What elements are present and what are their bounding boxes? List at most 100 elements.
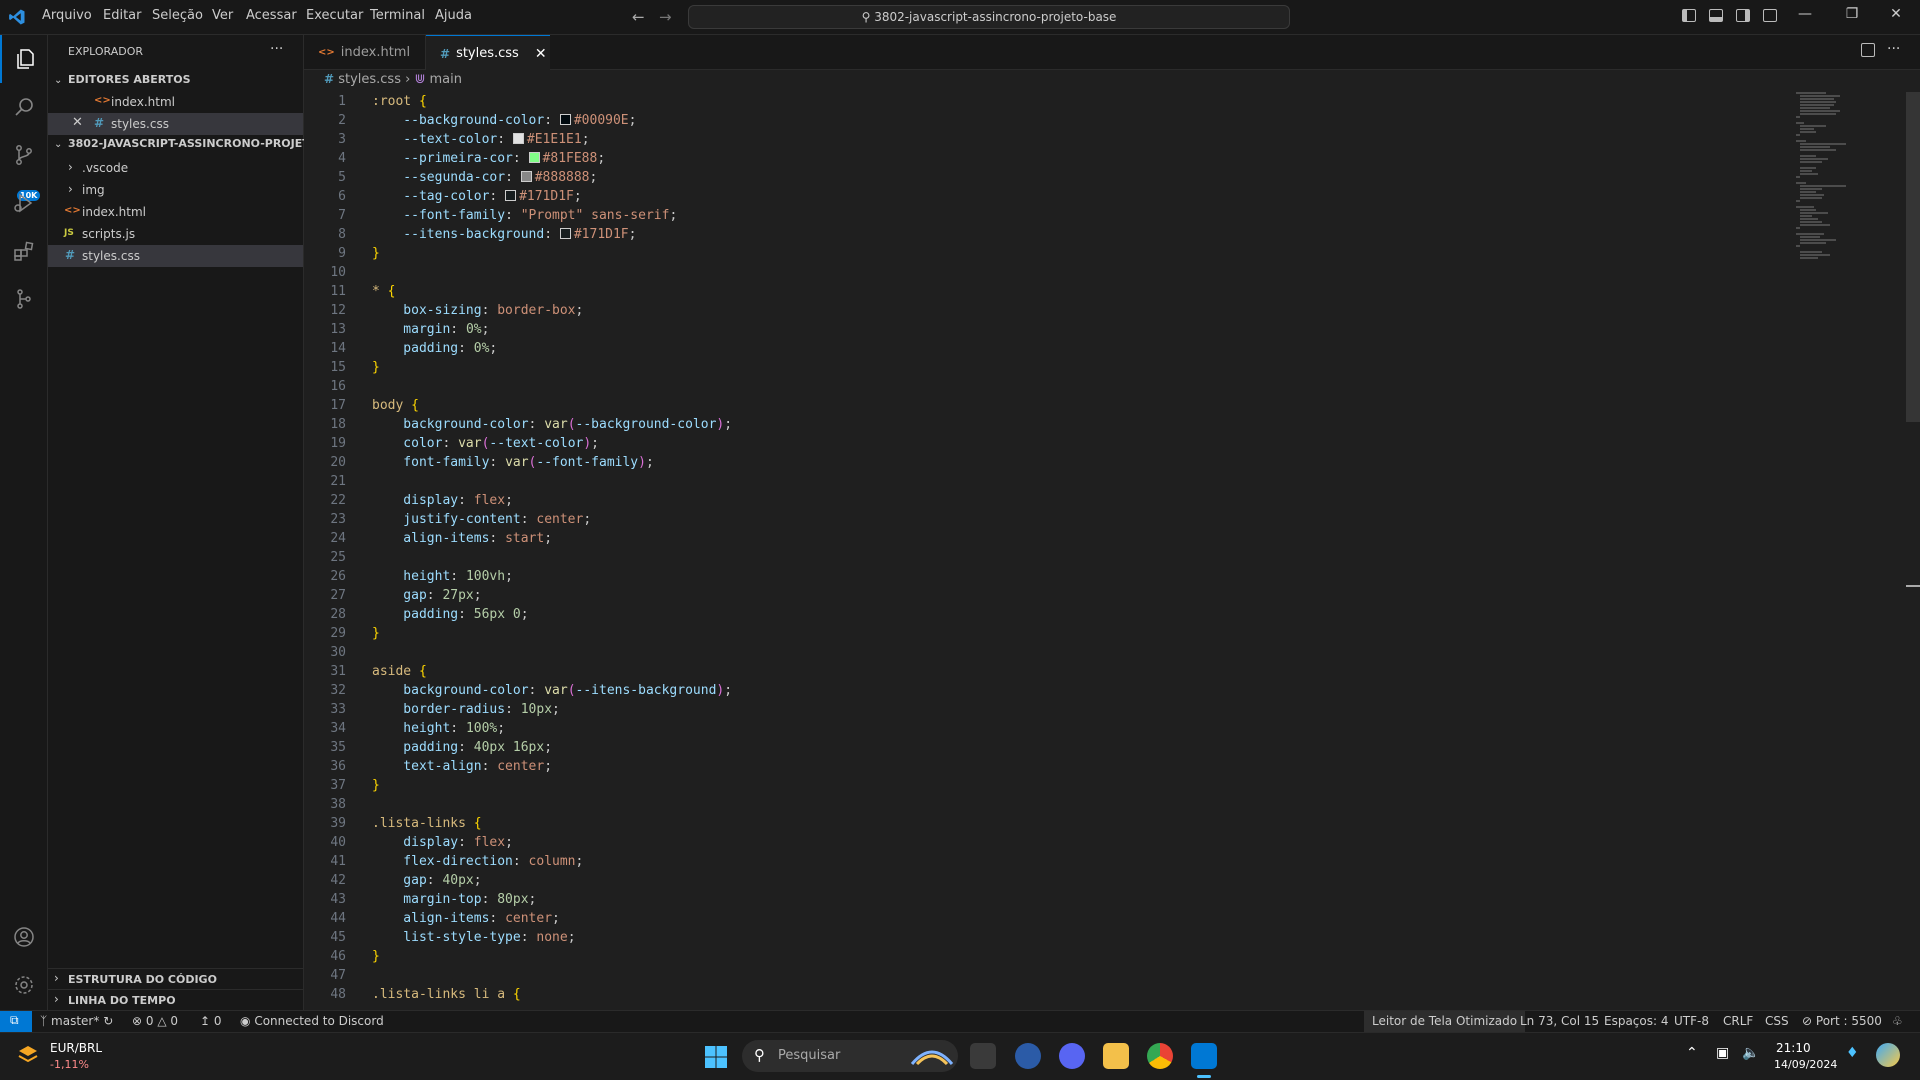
outline-section[interactable]: › ESTRUTURA DO CÓDIGO <box>48 968 303 989</box>
ports-indicator[interactable]: ↥ 0 <box>200 1014 222 1028</box>
code-editor[interactable]: 1:root {2 --background-color: #00090E; 3 … <box>304 92 1904 1010</box>
extensions-icon[interactable] <box>0 227 48 275</box>
code-line[interactable]: --background-color: #00090E; <box>372 113 636 128</box>
notification-bell-icon[interactable]: ♦ <box>1846 1045 1859 1061</box>
code-line[interactable]: gap: 40px; <box>372 873 481 888</box>
chevron-down-icon[interactable]: ⌄ <box>54 75 62 86</box>
back-arrow-icon[interactable]: ← <box>632 8 645 26</box>
code-line[interactable]: margin: 0%; <box>372 322 489 337</box>
code-line[interactable]: * { <box>372 284 395 299</box>
volume-icon[interactable]: 🔈 <box>1742 1045 1759 1061</box>
menu-item-acessar[interactable]: Acessar <box>246 8 297 23</box>
more-actions-icon[interactable]: ··· <box>1887 41 1900 57</box>
code-line[interactable]: height: 100vh; <box>372 569 513 584</box>
menu-item-terminal[interactable]: Terminal <box>370 8 425 23</box>
open-editors-header[interactable]: EDITORES ABERTOS <box>68 73 191 86</box>
code-line[interactable]: background-color: var(--itens-background… <box>372 683 732 698</box>
language-mode[interactable]: CSS <box>1765 1014 1789 1028</box>
cursor-position[interactable]: Ln 73, Col 15 <box>1520 1014 1599 1028</box>
screen-reader-mode[interactable]: Leitor de Tela Otimizado <box>1364 1011 1526 1032</box>
code-line[interactable]: background-color: var(--background-color… <box>372 417 732 432</box>
encoding[interactable]: UTF-8 <box>1674 1014 1709 1028</box>
code-line[interactable]: padding: 0%; <box>372 341 497 356</box>
code-line[interactable]: --text-color: #E1E1E1; <box>372 132 589 147</box>
code-line[interactable]: display: flex; <box>372 493 513 508</box>
code-line[interactable]: aside { <box>372 664 427 679</box>
code-line[interactable]: :root { <box>372 94 427 109</box>
code-line[interactable]: padding: 56px 0; <box>372 607 528 622</box>
code-line[interactable]: } <box>372 626 380 641</box>
code-line[interactable]: box-sizing: border-box; <box>372 303 583 318</box>
code-line[interactable]: } <box>372 949 380 964</box>
windows-start-icon[interactable] <box>704 1045 728 1069</box>
color-swatch[interactable] <box>559 228 571 239</box>
source-control-icon[interactable] <box>0 131 48 179</box>
code-line[interactable]: margin-top: 80px; <box>372 892 536 907</box>
split-editor-icon[interactable] <box>1861 43 1875 57</box>
store-app-icon[interactable] <box>970 1043 996 1069</box>
code-line[interactable]: color: var(--text-color); <box>372 436 599 451</box>
chrome-app-icon[interactable] <box>1147 1043 1173 1069</box>
code-line[interactable]: height: 100%; <box>372 721 505 736</box>
code-line[interactable]: --itens-background: #171D1F; <box>372 227 636 242</box>
code-line[interactable]: --font-family: "Prompt" sans-serif; <box>372 208 677 223</box>
search-icon[interactable] <box>0 83 48 131</box>
end-of-line[interactable]: CRLF <box>1723 1014 1753 1028</box>
toggle-secondary-sidebar-icon[interactable] <box>1736 9 1750 22</box>
breadcrumb-symbol[interactable]: main <box>430 72 462 87</box>
account-icon[interactable] <box>0 913 48 961</box>
vscode-app-icon[interactable] <box>1191 1043 1217 1069</box>
toggle-primary-sidebar-icon[interactable] <box>1682 9 1696 22</box>
editor-scrollbar-thumb[interactable] <box>1906 92 1920 422</box>
remote-indicator[interactable]: ⧉ <box>0 1011 32 1032</box>
live-server-port[interactable]: ⊘ Port : 5500 <box>1802 1014 1882 1028</box>
code-line[interactable]: flex-direction: column; <box>372 854 583 869</box>
color-swatch[interactable] <box>505 190 517 201</box>
code-line[interactable]: justify-content: center; <box>372 512 591 527</box>
file-explorer-icon[interactable] <box>1103 1043 1129 1069</box>
timeline-section[interactable]: › LINHA DO TEMPO <box>48 989 303 1010</box>
code-line[interactable]: font-family: var(--font-family); <box>372 455 653 470</box>
code-line[interactable]: text-align: center; <box>372 759 552 774</box>
minimize-icon[interactable]: — <box>1790 6 1820 22</box>
code-line[interactable]: gap: 27px; <box>372 588 481 603</box>
explorer-icon[interactable] <box>0 35 48 83</box>
code-line[interactable]: } <box>372 778 380 793</box>
menu-item-seleção[interactable]: Seleção <box>152 8 203 23</box>
tree-folder-vscode[interactable]: › .vscode <box>48 157 303 179</box>
problems-indicator[interactable]: ⊗ 0 △ 0 <box>132 1014 178 1028</box>
code-line[interactable]: align-items: start; <box>372 531 552 546</box>
color-swatch[interactable] <box>520 171 532 182</box>
code-line[interactable]: } <box>372 360 380 375</box>
code-line[interactable]: --primeira-cor: #81FE88; <box>372 151 605 166</box>
code-line[interactable]: --segunda-cor: #888888; <box>372 170 597 185</box>
code-line[interactable]: border-radius: 10px; <box>372 702 560 717</box>
notifications-icon[interactable]: ♧ <box>1892 1014 1903 1028</box>
tab-index-html[interactable]: <> index.html <box>304 35 426 70</box>
code-line[interactable]: .lista-links li a { <box>372 987 521 1002</box>
toggle-panel-icon[interactable] <box>1709 9 1723 22</box>
project-folder-header[interactable]: 3802-JAVASCRIPT-ASSINCRONO-PROJETO... <box>68 137 331 150</box>
discord-status[interactable]: ◉ Connected to Discord <box>240 1014 384 1028</box>
menu-item-editar[interactable]: Editar <box>103 8 142 23</box>
close-icon[interactable]: ✕ <box>72 115 83 130</box>
code-line[interactable]: align-items: center; <box>372 911 560 926</box>
color-swatch[interactable] <box>512 133 524 144</box>
indentation[interactable]: Espaços: 4 <box>1604 1014 1669 1028</box>
tab-styles-css[interactable]: # styles.css ✕ <box>426 35 550 71</box>
code-line[interactable]: body { <box>372 398 419 413</box>
branch-indicator[interactable]: ᛉ master* ↻ <box>40 1014 113 1028</box>
menu-item-ajuda[interactable]: Ajuda <box>435 8 472 23</box>
chevron-down-icon[interactable]: ⌄ <box>54 139 62 150</box>
restore-icon[interactable]: ❐ <box>1837 6 1867 22</box>
tree-file-styles-css[interactable]: # styles.css <box>48 245 303 267</box>
code-line[interactable]: } <box>372 246 380 261</box>
menu-item-arquivo[interactable]: Arquivo <box>42 8 92 23</box>
code-line[interactable]: .lista-links { <box>372 816 482 831</box>
menu-item-executar[interactable]: Executar <box>306 8 363 23</box>
clock-date[interactable]: 14/09/2024 <box>1774 1058 1837 1071</box>
copilot-app-icon[interactable] <box>1015 1043 1041 1069</box>
tree-file-scripts-js[interactable]: JS scripts.js <box>48 223 303 245</box>
minimap[interactable] <box>1794 92 1904 272</box>
menu-item-ver[interactable]: Ver <box>212 8 233 23</box>
